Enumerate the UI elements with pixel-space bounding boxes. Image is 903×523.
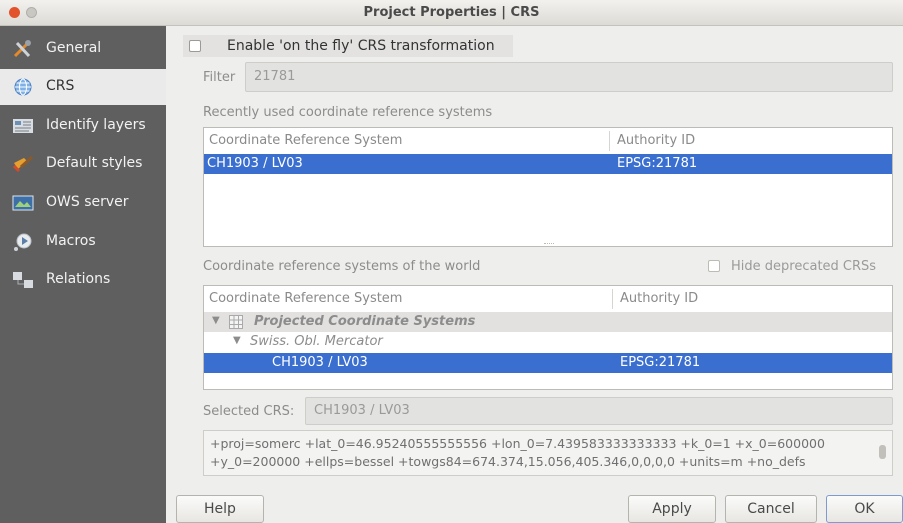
apply-button[interactable]: Apply bbox=[628, 495, 716, 523]
enable-otf-checkbox[interactable] bbox=[189, 40, 201, 52]
tree-group-row[interactable]: ▼ Projected Coordinate Systems bbox=[204, 312, 892, 332]
relations-icon bbox=[13, 272, 33, 288]
selected-crs-label: Selected CRS: bbox=[203, 404, 295, 419]
scrollbar-handle[interactable] bbox=[879, 445, 886, 459]
tree-subgroup-row[interactable]: ▼ Swiss. Obl. Mercator bbox=[204, 332, 892, 352]
sidebar-item-label: OWS server bbox=[46, 194, 129, 210]
sidebar-item-label: CRS bbox=[46, 78, 75, 94]
sidebar-item-crs[interactable]: CRS bbox=[0, 69, 166, 105]
sidebar: General CRS Identify layers Default styl… bbox=[0, 26, 166, 523]
selected-crs-value: CH1903 / LV03 bbox=[314, 403, 410, 418]
window-title: Project Properties | CRS bbox=[363, 5, 540, 20]
sidebar-item-label: Identify layers bbox=[46, 117, 146, 133]
proj-definition-text[interactable]: +proj=somerc +lat_0=46.95240555555556 +l… bbox=[203, 430, 893, 476]
sidebar-item-label: Macros bbox=[46, 233, 96, 249]
proj-line: +y_0=200000 +ellps=bessel +towgs84=674.3… bbox=[210, 454, 806, 469]
macros-icon bbox=[14, 233, 32, 251]
row-authority-id: EPSG:21781 bbox=[617, 156, 698, 171]
tree-group-label: Projected Coordinate Systems bbox=[254, 314, 476, 329]
row-authority-id: EPSG:21781 bbox=[620, 355, 701, 370]
ok-button[interactable]: OK bbox=[826, 495, 903, 523]
enable-otf-row[interactable]: Enable 'on the fly' CRS transformation bbox=[183, 35, 513, 57]
sidebar-item-label: Relations bbox=[46, 271, 111, 287]
column-divider bbox=[612, 289, 613, 309]
help-button[interactable]: Help bbox=[176, 495, 264, 523]
table-header: Coordinate Reference System Authority ID bbox=[204, 128, 892, 155]
title-bar: Project Properties | CRS bbox=[0, 0, 903, 26]
hide-deprecated-checkbox[interactable] bbox=[708, 260, 720, 272]
sidebar-item-label: General bbox=[46, 40, 102, 56]
sidebar-item-relations[interactable]: Relations bbox=[0, 262, 166, 298]
sidebar-item-default-styles[interactable]: Default styles bbox=[0, 146, 166, 182]
identify-icon bbox=[13, 119, 33, 133]
globe-icon bbox=[14, 78, 32, 96]
cancel-button[interactable]: Cancel bbox=[725, 495, 817, 523]
table-row[interactable]: CH1903 / LV03 EPSG:21781 bbox=[204, 154, 892, 174]
recent-crs-table[interactable]: Coordinate Reference System Authority ID… bbox=[203, 127, 893, 247]
column-divider bbox=[609, 131, 610, 151]
row-crs-name: CH1903 / LV03 bbox=[272, 355, 368, 370]
sidebar-item-general[interactable]: General bbox=[0, 31, 166, 67]
expand-arrow-icon[interactable]: ▼ bbox=[233, 335, 241, 346]
filter-label: Filter bbox=[203, 70, 236, 85]
world-crs-tree[interactable]: Coordinate Reference System Authority ID… bbox=[203, 285, 893, 390]
proj-line: +proj=somerc +lat_0=46.95240555555556 +l… bbox=[210, 436, 825, 451]
tree-subgroup-label: Swiss. Obl. Mercator bbox=[250, 334, 383, 349]
enable-otf-label: Enable 'on the fly' CRS transformation bbox=[227, 38, 495, 54]
filter-value: 21781 bbox=[254, 69, 296, 84]
column-header-crs[interactable]: Coordinate Reference System bbox=[209, 133, 402, 148]
resize-grip[interactable] bbox=[544, 243, 554, 247]
row-crs-name: CH1903 / LV03 bbox=[207, 156, 303, 171]
tools-icon bbox=[13, 40, 31, 58]
sidebar-item-identify-layers[interactable]: Identify layers bbox=[0, 108, 166, 144]
paint-brush-icon bbox=[12, 155, 34, 173]
table-row[interactable]: CH1903 / LV03 EPSG:21781 bbox=[204, 353, 892, 373]
world-crs-label: Coordinate reference systems of the worl… bbox=[203, 259, 481, 274]
recent-crs-label: Recently used coordinate reference syste… bbox=[203, 105, 493, 120]
column-header-authority[interactable]: Authority ID bbox=[620, 291, 698, 306]
selected-crs-field: CH1903 / LV03 bbox=[305, 397, 893, 425]
column-header-crs[interactable]: Coordinate Reference System bbox=[209, 291, 402, 306]
filter-input[interactable]: 21781 bbox=[245, 62, 893, 92]
sidebar-item-label: Default styles bbox=[46, 155, 143, 171]
grid-icon bbox=[229, 315, 243, 329]
table-header: Coordinate Reference System Authority ID bbox=[204, 286, 892, 313]
hide-deprecated-label: Hide deprecated CRSs bbox=[731, 259, 877, 274]
sidebar-item-macros[interactable]: Macros bbox=[0, 224, 166, 260]
expand-arrow-icon[interactable]: ▼ bbox=[212, 315, 220, 326]
column-header-authority[interactable]: Authority ID bbox=[617, 133, 695, 148]
ows-server-icon bbox=[12, 195, 34, 211]
sidebar-item-ows-server[interactable]: OWS server bbox=[0, 185, 166, 221]
splitter-handle[interactable] bbox=[166, 26, 175, 523]
